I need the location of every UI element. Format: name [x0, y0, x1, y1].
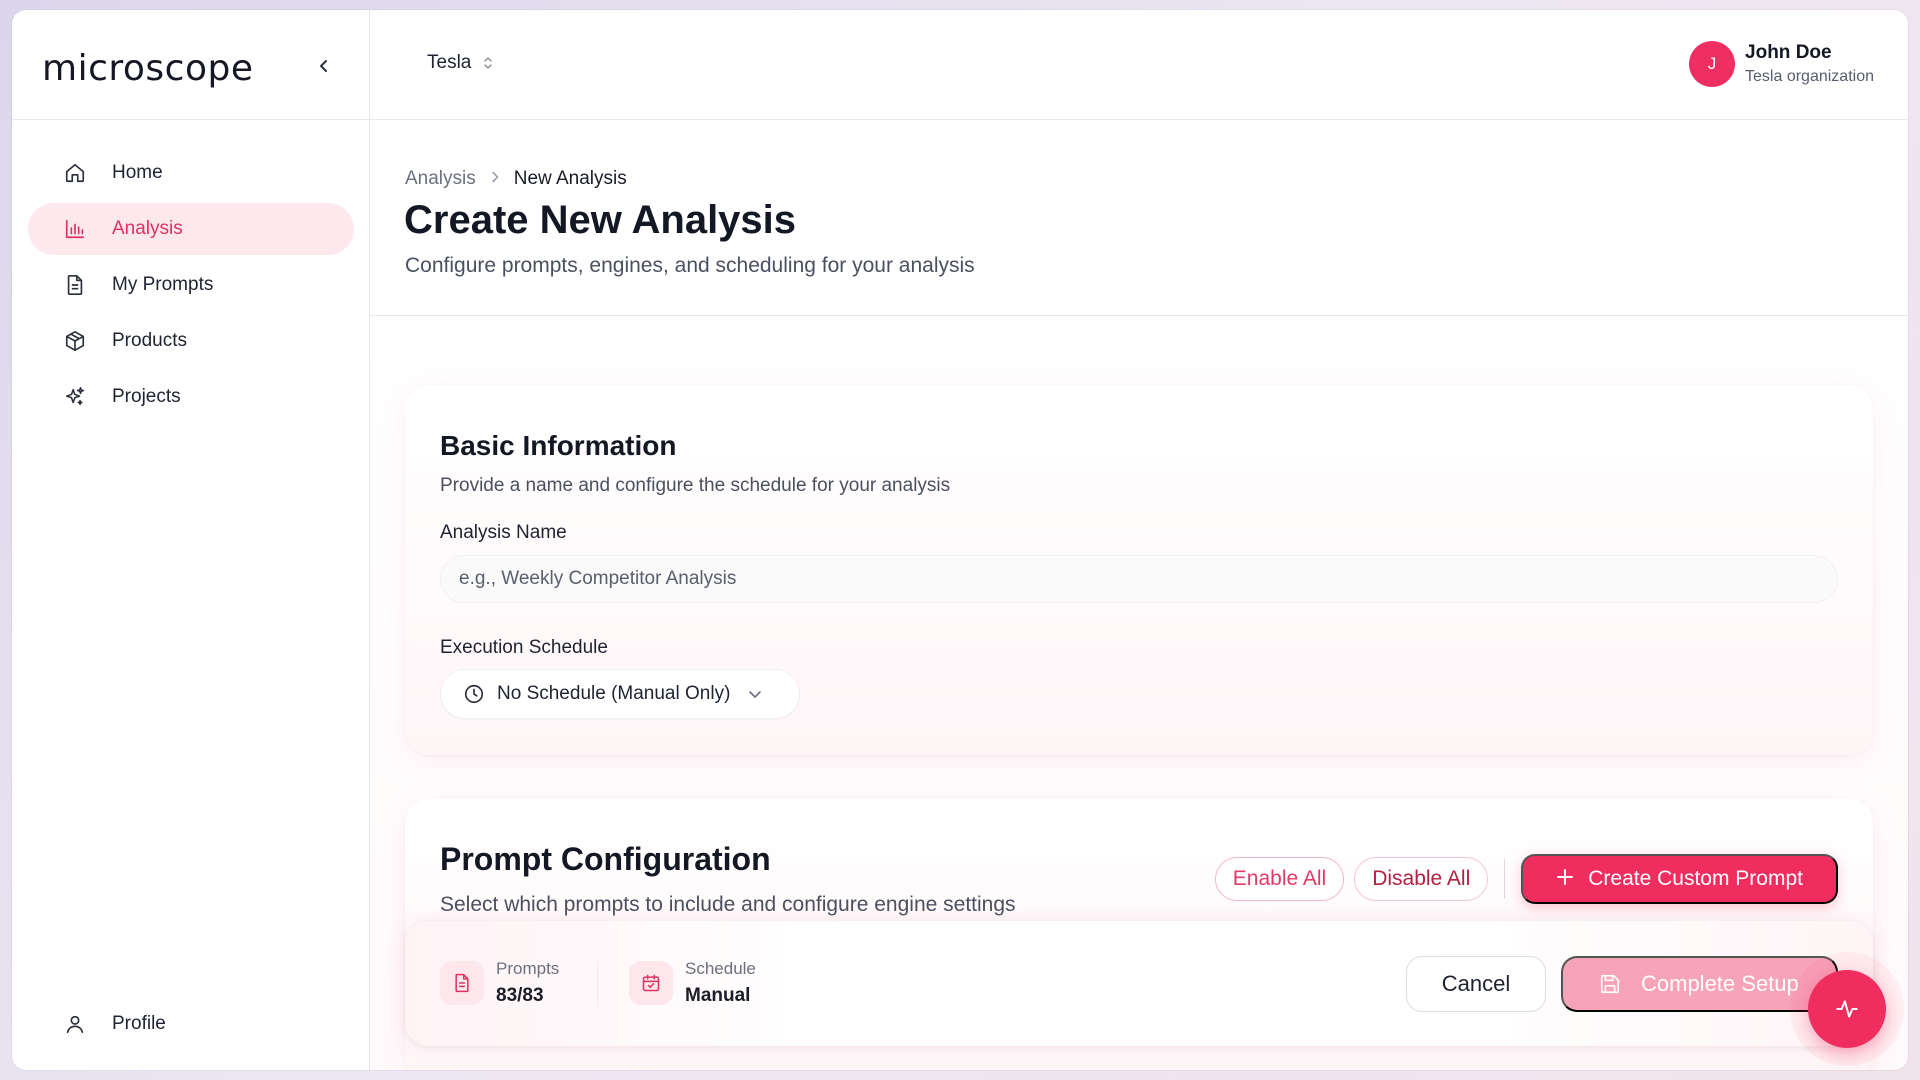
user-icon: [62, 1011, 88, 1037]
basic-information-title: Basic Information: [440, 430, 677, 461]
complete-setup-label: Complete Setup: [1641, 971, 1799, 996]
schedule-stat-value: Manual: [685, 985, 751, 1006]
page-subtitle: Configure prompts, engines, and scheduli…: [405, 254, 975, 277]
prompt-configuration-subtitle: Select which prompts to include and conf…: [440, 893, 1016, 916]
stat-divider: [597, 961, 598, 1007]
app-window: microscope Home Analysis My Prompts Prod…: [12, 10, 1908, 1070]
org-switcher[interactable]: Tesla: [427, 52, 493, 74]
clock-icon: [463, 683, 485, 705]
home-icon: [62, 160, 88, 186]
sidebar-item-label: Projects: [112, 386, 181, 407]
page-title: Create New Analysis: [404, 198, 797, 242]
analysis-name-label: Analysis Name: [440, 522, 567, 543]
chevron-up-down-icon: [483, 55, 493, 71]
cancel-button[interactable]: Cancel: [1406, 956, 1546, 1012]
setup-footer-bar: Prompts 83/83 Schedule Manual Cancel Com…: [405, 921, 1873, 1046]
activity-icon: [1836, 1000, 1858, 1018]
plus-icon: [1556, 867, 1574, 891]
disable-all-button[interactable]: Disable All: [1354, 857, 1489, 901]
sidebar-item-label: Profile: [112, 1013, 166, 1034]
sidebar-item-analysis[interactable]: Analysis: [28, 203, 354, 255]
activity-fab[interactable]: [1808, 970, 1886, 1048]
execution-schedule-value: No Schedule (Manual Only): [497, 683, 731, 704]
user-menu[interactable]: J John Doe Tesla organization: [1689, 41, 1874, 87]
execution-schedule-label: Execution Schedule: [440, 637, 608, 658]
box-icon: [62, 328, 88, 354]
collapse-sidebar-button[interactable]: [312, 54, 336, 78]
enable-all-button[interactable]: Enable All: [1214, 857, 1345, 901]
sidebar-item-products[interactable]: Products: [28, 315, 354, 367]
sidebar-bottom: Profile: [28, 998, 354, 1054]
create-custom-prompt-button[interactable]: Create Custom Prompt: [1521, 854, 1838, 904]
sidebar-item-projects[interactable]: Projects: [28, 371, 354, 423]
logo-row: microscope: [12, 10, 369, 120]
create-custom-prompt-label: Create Custom Prompt: [1588, 867, 1803, 890]
prompts-stat: Prompts 83/83: [440, 959, 559, 1007]
sparkles-icon: [62, 384, 88, 410]
sidebar: microscope Home Analysis My Prompts Prod…: [12, 10, 370, 1070]
sidebar-item-label: Home: [112, 162, 163, 183]
analysis-name-placeholder: e.g., Weekly Competitor Analysis: [459, 568, 737, 589]
avatar: J: [1689, 41, 1736, 87]
prompts-stat-label: Prompts: [496, 959, 560, 978]
chevron-down-icon: [748, 689, 762, 699]
save-icon: [1599, 973, 1621, 995]
basic-information-subtitle: Provide a name and configure the schedul…: [440, 475, 951, 496]
prompt-actions: Enable All Disable All Create Custom Pro…: [1214, 854, 1838, 904]
document-icon: [440, 961, 484, 1005]
sidebar-item-label: Analysis: [112, 218, 183, 239]
bar-chart-icon: [62, 216, 88, 242]
breadcrumb-analysis[interactable]: Analysis: [405, 168, 476, 190]
analysis-name-input[interactable]: e.g., Weekly Competitor Analysis: [440, 555, 1838, 603]
sidebar-item-profile[interactable]: Profile: [28, 998, 354, 1050]
schedule-stat: Schedule Manual: [629, 959, 756, 1007]
document-icon: [62, 272, 88, 298]
breadcrumb: Analysis New Analysis: [405, 168, 627, 190]
divider: [1504, 859, 1506, 899]
user-org: Tesla organization: [1745, 68, 1874, 85]
org-name: Tesla: [427, 52, 472, 73]
chevron-right-icon: [490, 170, 500, 188]
calendar-check-icon: [629, 961, 673, 1005]
complete-setup-button[interactable]: Complete Setup: [1561, 956, 1838, 1012]
app-logo[interactable]: microscope: [42, 48, 253, 89]
page-header: Analysis New Analysis Create New Analysi…: [370, 120, 1908, 316]
sidebar-item-label: My Prompts: [112, 274, 214, 295]
sidebar-nav: Home Analysis My Prompts Products Projec…: [28, 147, 354, 427]
sidebar-item-home[interactable]: Home: [28, 147, 354, 199]
execution-schedule-select[interactable]: No Schedule (Manual Only): [440, 669, 800, 719]
prompts-stat-value: 83/83: [496, 985, 544, 1006]
user-info: John Doe Tesla organization: [1745, 42, 1874, 86]
sidebar-item-label: Products: [112, 330, 187, 351]
schedule-stat-label: Schedule: [685, 959, 756, 978]
user-name: John Doe: [1745, 42, 1832, 63]
basic-information-card: Basic Information Provide a name and con…: [405, 385, 1873, 755]
top-bar: Tesla J John Doe Tesla organization: [370, 10, 1908, 120]
sidebar-item-my-prompts[interactable]: My Prompts: [28, 259, 354, 311]
breadcrumb-current: New Analysis: [513, 168, 627, 189]
chevron-left-icon: [320, 60, 327, 72]
prompt-configuration-title: Prompt Configuration: [440, 841, 771, 877]
